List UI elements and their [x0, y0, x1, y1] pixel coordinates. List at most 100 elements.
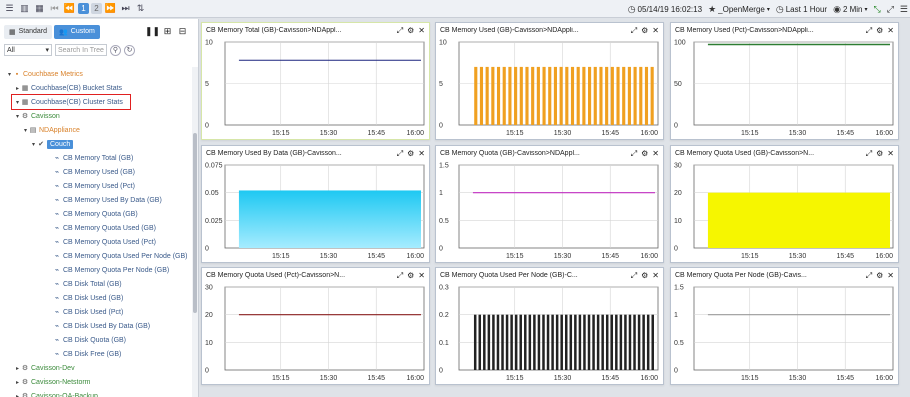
x-tick-label: 15:15 [272, 375, 290, 382]
tree-node-label: CB Memory Used (Pct) [63, 182, 135, 190]
tree-search-input[interactable]: Search In Tree [55, 44, 107, 56]
close-icon[interactable]: ✕ [418, 271, 425, 281]
remove-icon[interactable]: ⊟ [177, 26, 188, 37]
gear-icon[interactable]: ⚙ [407, 149, 414, 159]
close-icon[interactable]: ✕ [652, 271, 659, 281]
add-icon[interactable]: ⊞ [162, 26, 173, 37]
gear-icon[interactable]: ⚙ [407, 26, 414, 36]
refresh-dropdown[interactable]: ◉ 2 Min ▾ [833, 4, 867, 15]
caret-right-icon[interactable]: ▸ [14, 379, 21, 386]
tree-node[interactable]: ⌁ CB Memory Total (GB) [0, 151, 192, 165]
expand-icon[interactable]: ⤢ [631, 26, 637, 36]
tree-node[interactable]: ⌁ CB Disk Used (GB) [0, 291, 192, 305]
prev-page-icon[interactable]: ⏪ [63, 2, 76, 15]
tree-node[interactable]: ⌁ CB Memory Quota Per Node (GB) [0, 263, 192, 277]
tree-node[interactable]: ▸ ⚙ Cavisson-QA-Backup [0, 389, 192, 397]
line-chart-icon: ⌁ [54, 351, 60, 358]
pause-icon[interactable]: ❚❚ [145, 26, 160, 37]
expand-icon[interactable]: ⤢ [866, 271, 872, 281]
page-1-button[interactable]: 1 [78, 3, 89, 14]
caret-down-icon[interactable]: ▾ [30, 141, 37, 148]
bar [570, 66, 575, 125]
caret-right-icon[interactable]: ▸ [14, 365, 21, 372]
tree-node[interactable]: ▸ ▦ Couchbase(CB) Bucket Stats [0, 81, 192, 95]
close-icon[interactable]: ✕ [418, 26, 425, 36]
gear-icon[interactable]: ⚙ [876, 149, 883, 159]
scrollbar-thumb[interactable] [193, 133, 197, 313]
expand-icon[interactable]: ⤢ [866, 26, 872, 36]
bar [639, 66, 643, 125]
next-page-icon[interactable]: ⏩ [104, 2, 117, 15]
tree-node[interactable]: ▾ ▪ Couchbase Metrics [0, 67, 192, 81]
expand-icon[interactable]: ⤢ [866, 149, 872, 159]
split-icon[interactable]: ⇅ [134, 2, 147, 15]
expand-icon[interactable]: ⤢ [887, 4, 894, 15]
x-tick-label: 15:15 [741, 375, 759, 382]
refresh-icon[interactable]: ↻ [124, 44, 135, 56]
caret-down-icon[interactable]: ▾ [14, 113, 21, 120]
caret-down-icon[interactable]: ▾ [14, 99, 21, 106]
caret-down-icon[interactable]: ▾ [6, 71, 13, 78]
search-icon[interactable]: ⚲ [110, 44, 121, 56]
tree-node[interactable]: ⌁ CB Memory Quota Used (Pct) [0, 235, 192, 249]
tree-node[interactable]: ▸ ⚙ Cavisson-Netstorm [0, 375, 192, 389]
gear-icon[interactable]: ⚙ [876, 26, 883, 36]
tree-node-label: NDAppliance [39, 126, 80, 134]
gear-icon[interactable]: ⚙ [641, 149, 648, 159]
tree-node[interactable]: ⌁ CB Disk Total (GB) [0, 277, 192, 291]
close-icon[interactable]: ✕ [418, 149, 425, 159]
tree-node[interactable]: ⌁ CB Disk Used By Data (GB) [0, 319, 192, 333]
close-icon[interactable]: ✕ [887, 271, 894, 281]
chart-panel-header: CB Memory Quota Per Node (GB)-Cavis... ⤢ ⚙… [671, 268, 898, 283]
expand-icon[interactable]: ⤢ [397, 26, 403, 36]
list-icon[interactable]: ☰ [900, 4, 908, 15]
expand-icon[interactable]: ⤢ [631, 149, 637, 159]
merge-dropdown[interactable]: ★ _OpenMerge ▾ [708, 4, 770, 15]
tree-node[interactable]: ⌁ CB Memory Quota Used (GB) [0, 221, 192, 235]
last-page-icon[interactable]: ⏭ [119, 2, 132, 15]
close-icon[interactable]: ✕ [887, 26, 894, 36]
x-tick-label: 16:00 [875, 375, 893, 382]
tree-node[interactable]: ⌁ CB Memory Used (Pct) [0, 179, 192, 193]
tree-scrollbar[interactable] [192, 67, 198, 397]
tree-node[interactable]: ⌁ CB Memory Used By Data (GB) [0, 193, 192, 207]
close-icon[interactable]: ✕ [652, 26, 659, 36]
tree-node[interactable]: ▸ ⚙ Cavisson-Dev [0, 361, 192, 375]
time-range-dropdown[interactable]: ◷ Last 1 Hour [776, 4, 827, 15]
caret-down-icon[interactable]: ▾ [22, 127, 29, 134]
gear-icon[interactable]: ⚙ [641, 26, 648, 36]
tree-node[interactable]: ⌁ CB Memory Used (GB) [0, 165, 192, 179]
expand-icon[interactable]: ⤢ [397, 271, 403, 281]
expand-icon[interactable]: ⤢ [631, 271, 637, 281]
collapse-icon[interactable]: ⤡ [874, 4, 881, 15]
page-2-button[interactable]: 2 [91, 3, 102, 14]
close-icon[interactable]: ✕ [887, 149, 894, 159]
tree-node[interactable]: ⌁ CB Memory Quota (GB) [0, 207, 192, 221]
gear-icon[interactable]: ⚙ [641, 271, 648, 281]
tree-node[interactable]: ▾ ▤ NDAppliance [0, 123, 192, 137]
gear-icon[interactable]: ⚙ [407, 271, 414, 281]
menu-icon[interactable]: ☰ [3, 2, 16, 15]
bar [524, 314, 527, 370]
datetime-text: 05/14/19 16:02:13 [637, 4, 703, 14]
caret-right-icon[interactable]: ▸ [14, 393, 21, 397]
tree-node[interactable]: ⌁ CB Disk Quota (GB) [0, 333, 192, 347]
tree-node[interactable]: ▾ ✔ Couch [0, 137, 192, 151]
tab-standard[interactable]: ▦ Standard [4, 24, 53, 39]
tree-node[interactable]: ⌁ CB Disk Free (GB) [0, 347, 192, 361]
tree-node[interactable]: ⌁ CB Disk Used (Pct) [0, 305, 192, 319]
line-chart-icon: ⌁ [54, 183, 60, 190]
close-icon[interactable]: ✕ [652, 149, 659, 159]
filter-select[interactable]: All ▾ [4, 44, 52, 56]
bar-chart-icon[interactable]: ▥ [18, 2, 31, 15]
grid-icon[interactable]: ▦ [33, 2, 46, 15]
first-page-icon[interactable]: ⏮ [48, 2, 61, 15]
gear-icon[interactable]: ⚙ [876, 271, 883, 281]
expand-icon[interactable]: ⤢ [397, 149, 403, 159]
tab-custom[interactable]: 👥 Custom [54, 24, 100, 39]
caret-right-icon[interactable]: ▸ [14, 85, 21, 92]
tree-node[interactable]: ⌁ CB Memory Quota Used Per Node (GB) [0, 249, 192, 263]
tree-node[interactable]: ▾ ▦ Couchbase(CB) Cluster Stats [11, 94, 131, 110]
x-tick-label: 15:30 [554, 375, 572, 382]
tree-node[interactable]: ▾ ⚙ Cavisson [0, 109, 192, 123]
